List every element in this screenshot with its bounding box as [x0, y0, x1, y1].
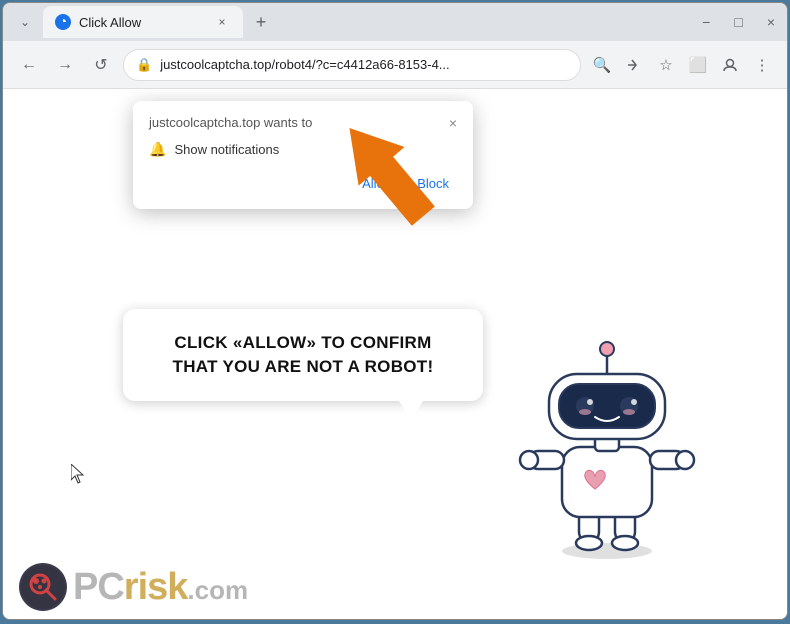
tab-chevron[interactable]: ⌄ — [11, 8, 39, 36]
browser-window: ⌄ Click Allow × + − □ × ← → ↺ 🔒 just — [2, 2, 788, 620]
bell-icon: 🔔 — [149, 141, 166, 158]
robot-svg — [507, 329, 707, 559]
robot-illustration — [507, 329, 707, 559]
url-bar[interactable]: 🔒 justcoolcaptcha.top/robot4/?c=c4412a66… — [123, 49, 581, 81]
pcrisk-pc-text: PC — [73, 566, 124, 609]
close-button[interactable]: × — [763, 12, 779, 32]
tab-favicon — [55, 14, 71, 30]
pcrisk-dotcom-text: .com — [187, 575, 248, 606]
pcrisk-logo — [19, 563, 67, 611]
window-controls: − □ × — [698, 12, 779, 32]
minimize-button[interactable]: − — [698, 12, 714, 32]
reload-button[interactable]: ↺ — [87, 51, 115, 79]
browser-tab[interactable]: Click Allow × — [43, 6, 243, 38]
pcrisk-text: PC risk .com — [73, 566, 248, 609]
new-tab-button[interactable]: + — [247, 8, 275, 36]
forward-button[interactable]: → — [51, 51, 79, 79]
orange-arrow-icon — [333, 109, 443, 239]
pcrisk-watermark: PC risk .com — [19, 563, 248, 611]
maximize-button[interactable]: □ — [730, 12, 746, 32]
tab-title: Click Allow — [79, 15, 141, 30]
tab-close-button[interactable]: × — [213, 13, 231, 31]
browser-content: justcoolcaptcha.top wants to × 🔔 Show no… — [3, 89, 787, 619]
address-bar: ← → ↺ 🔒 justcoolcaptcha.top/robot4/?c=c4… — [3, 41, 787, 89]
share-icon[interactable] — [621, 52, 647, 78]
notification-title: justcoolcaptcha.top wants to — [149, 115, 312, 130]
menu-icon[interactable]: ⋮ — [749, 52, 775, 78]
search-icon[interactable]: 🔍 — [589, 52, 615, 78]
speech-bubble: CLICK «ALLOW» TO CONFIRM THAT YOU ARE NO… — [123, 309, 483, 401]
address-icons: 🔍 ☆ ⬜ ⋮ — [589, 52, 775, 78]
url-text: justcoolcaptcha.top/robot4/?c=c4412a66-8… — [160, 57, 568, 72]
profile-icon[interactable] — [717, 52, 743, 78]
pcrisk-risk-text: risk — [124, 566, 188, 609]
mouse-cursor — [71, 464, 87, 489]
bookmark-icon[interactable]: ☆ — [653, 52, 679, 78]
back-button[interactable]: ← — [15, 51, 43, 79]
notification-label: Show notifications — [174, 142, 279, 157]
notification-close-button[interactable]: × — [449, 115, 457, 131]
orange-arrow-container — [333, 109, 443, 244]
title-bar: ⌄ Click Allow × + − □ × — [3, 3, 787, 41]
bubble-text: CLICK «ALLOW» TO CONFIRM THAT YOU ARE NO… — [173, 333, 434, 376]
lock-icon: 🔒 — [136, 57, 152, 73]
tab-search-icon[interactable]: ⬜ — [685, 52, 711, 78]
